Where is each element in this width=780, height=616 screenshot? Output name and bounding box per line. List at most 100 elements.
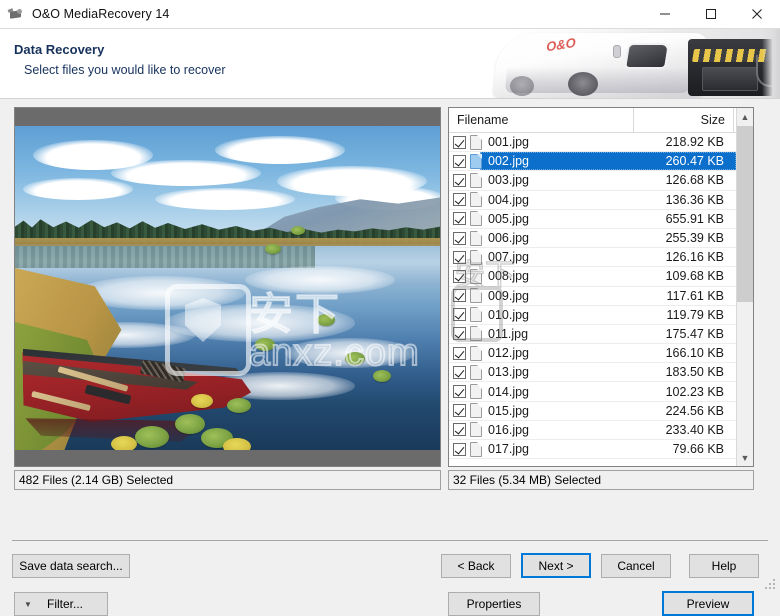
table-row[interactable]: 007.jpg126.16 KB — [449, 248, 736, 267]
cell-filename: 014.jpg — [488, 385, 628, 399]
preview-button[interactable]: Preview — [662, 591, 754, 616]
table-row[interactable]: 004.jpg136.36 KB — [449, 191, 736, 210]
page-subtitle: Select files you would like to recover — [24, 63, 225, 77]
close-button[interactable] — [734, 0, 780, 28]
cell-size: 218.92 KB — [628, 135, 724, 149]
table-row[interactable]: 011.jpg175.47 KB — [449, 325, 736, 344]
cell-size: 109.68 KB — [628, 269, 724, 283]
image-preview-pane[interactable]: 安下 anxz.com — [14, 107, 441, 467]
file-icon — [470, 288, 482, 303]
cell-filename: 016.jpg — [488, 423, 628, 437]
table-row[interactable]: 003.jpg126.68 KB — [449, 171, 736, 190]
table-row[interactable]: 014.jpg102.23 KB — [449, 382, 736, 401]
cell-size: 183.50 KB — [628, 365, 724, 379]
row-checkbox[interactable] — [453, 347, 466, 360]
help-button[interactable]: Help — [689, 554, 759, 578]
cell-filename: 002.jpg — [488, 154, 628, 168]
row-checkbox[interactable] — [453, 136, 466, 149]
cell-filename: 010.jpg — [488, 308, 628, 322]
file-icon — [470, 211, 482, 226]
table-row[interactable]: 002.jpg260.47 KB — [449, 152, 736, 171]
file-list-header: Filename Size — [449, 108, 753, 133]
chevron-down-icon: ▼ — [19, 600, 37, 609]
preview-photo: 安下 anxz.com — [15, 126, 440, 450]
cell-size: 126.16 KB — [628, 250, 724, 264]
table-row[interactable]: 016.jpg233.40 KB — [449, 421, 736, 440]
cell-size: 136.36 KB — [628, 193, 724, 207]
row-checkbox[interactable] — [453, 289, 466, 302]
cell-size: 260.47 KB — [628, 154, 724, 168]
cell-size: 102.23 KB — [628, 385, 724, 399]
cell-filename: 008.jpg — [488, 269, 628, 283]
table-row[interactable]: 009.jpg117.61 KB — [449, 287, 736, 306]
file-list[interactable]: Filename Size 001.jpg218.92 KB002.jpg260… — [448, 107, 754, 467]
cell-filename: 007.jpg — [488, 250, 628, 264]
left-status-bar: 482 Files (2.14 GB) Selected — [14, 470, 441, 490]
row-checkbox[interactable] — [453, 251, 466, 264]
cancel-button[interactable]: Cancel — [601, 554, 671, 578]
banner-illustration: O&O — [450, 29, 780, 98]
cell-filename: 012.jpg — [488, 346, 628, 360]
cell-filename: 011.jpg — [488, 327, 628, 341]
row-checkbox[interactable] — [453, 232, 466, 245]
row-checkbox[interactable] — [453, 270, 466, 283]
table-row[interactable]: 006.jpg255.39 KB — [449, 229, 736, 248]
row-checkbox[interactable] — [453, 174, 466, 187]
row-checkbox[interactable] — [453, 443, 466, 456]
row-checkbox[interactable] — [453, 193, 466, 206]
column-header-filename[interactable]: Filename — [449, 108, 634, 132]
file-icon — [470, 403, 482, 418]
window-title: O&O MediaRecovery 14 — [32, 7, 169, 21]
file-icon — [470, 231, 482, 246]
row-checkbox[interactable] — [453, 155, 466, 168]
filter-button[interactable]: ▼ Filter... — [14, 592, 108, 616]
file-list-rows: 001.jpg218.92 KB002.jpg260.47 KB003.jpg1… — [449, 133, 736, 467]
row-checkbox[interactable] — [453, 327, 466, 340]
file-icon — [470, 326, 482, 341]
properties-button[interactable]: Properties — [448, 592, 540, 616]
file-icon — [470, 384, 482, 399]
column-header-size[interactable]: Size — [634, 108, 734, 132]
cell-size: 255.39 KB — [628, 231, 724, 245]
scroll-down-button[interactable]: ▼ — [737, 449, 753, 466]
row-checkbox[interactable] — [453, 366, 466, 379]
cell-filename: 006.jpg — [488, 231, 628, 245]
back-button[interactable]: < Back — [441, 554, 511, 578]
table-row[interactable]: 017.jpg79.66 KB — [449, 440, 736, 459]
cell-size: 233.40 KB — [628, 423, 724, 437]
row-checkbox[interactable] — [453, 423, 466, 436]
cell-size: 126.68 KB — [628, 173, 724, 187]
table-row[interactable]: 008.jpg109.68 KB — [449, 267, 736, 286]
cell-filename: 004.jpg — [488, 193, 628, 207]
table-row[interactable]: 001.jpg218.92 KB — [449, 133, 736, 152]
cell-filename: 001.jpg — [488, 135, 628, 149]
table-row[interactable]: 012.jpg166.10 KB — [449, 344, 736, 363]
scroll-up-button[interactable]: ▲ — [737, 108, 753, 125]
table-row[interactable]: 015.jpg224.56 KB — [449, 402, 736, 421]
save-data-search-button[interactable]: Save data search... — [12, 554, 130, 578]
table-row[interactable]: 005.jpg655.91 KB — [449, 210, 736, 229]
footer-divider — [12, 540, 768, 541]
table-row[interactable]: 013.jpg183.50 KB — [449, 363, 736, 382]
resize-grip[interactable] — [765, 579, 777, 591]
row-checkbox[interactable] — [453, 404, 466, 417]
scrollbar-thumb[interactable] — [737, 126, 753, 302]
row-checkbox[interactable] — [453, 385, 466, 398]
cell-size: 655.91 KB — [628, 212, 724, 226]
window-controls — [642, 0, 780, 28]
minimize-button[interactable] — [642, 0, 688, 28]
table-row[interactable]: 010.jpg119.79 KB — [449, 306, 736, 325]
title-bar: O&O MediaRecovery 14 — [0, 0, 780, 29]
maximize-button[interactable] — [688, 0, 734, 28]
cell-filename: 015.jpg — [488, 404, 628, 418]
next-button[interactable]: Next > — [521, 553, 591, 578]
file-list-scrollbar[interactable]: ▲ ▼ — [736, 108, 753, 466]
page-title: Data Recovery — [14, 42, 104, 57]
file-icon — [470, 346, 482, 361]
row-checkbox[interactable] — [453, 308, 466, 321]
camera-icon — [8, 6, 24, 22]
file-icon — [470, 365, 482, 380]
right-status-bar: 32 Files (5.34 MB) Selected — [448, 470, 754, 490]
row-checkbox[interactable] — [453, 212, 466, 225]
cell-filename: 003.jpg — [488, 173, 628, 187]
